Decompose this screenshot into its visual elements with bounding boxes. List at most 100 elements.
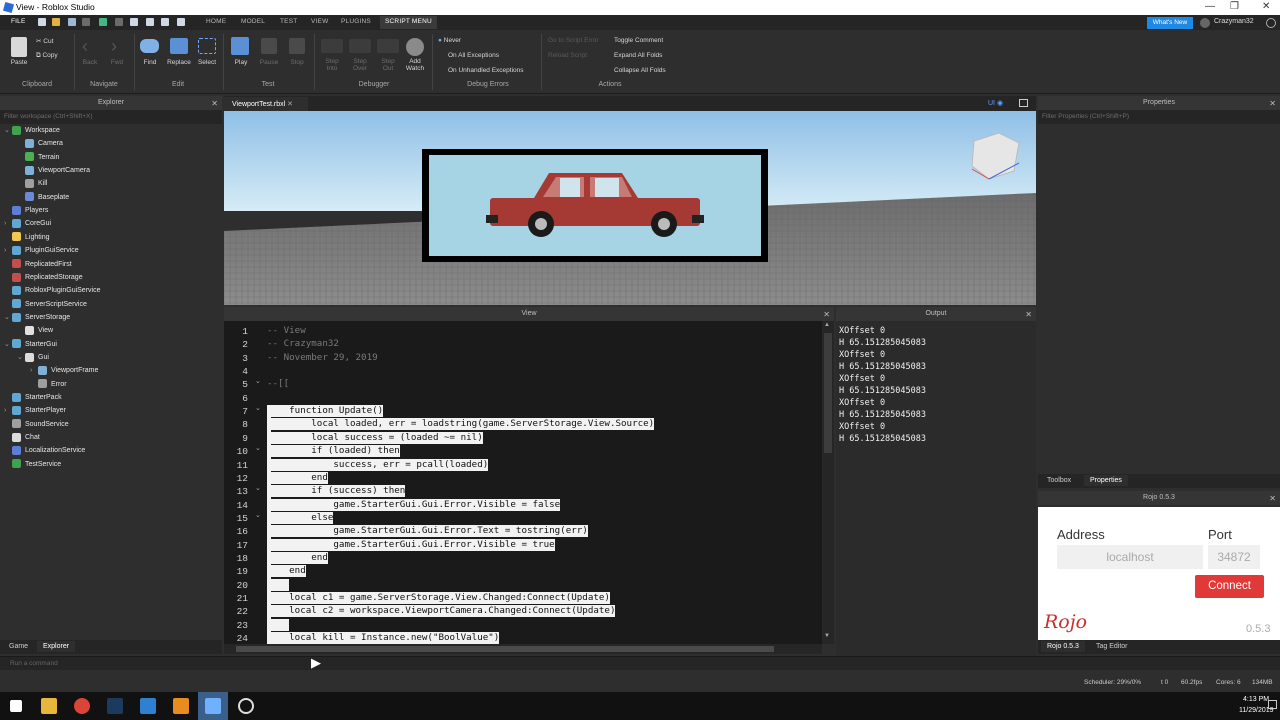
- code-line[interactable]: local c1 = game.ServerStorage.View.Chang…: [267, 592, 610, 604]
- code-line[interactable]: else: [267, 511, 334, 524]
- explorer-item[interactable]: Players: [4, 204, 48, 217]
- scroll-down-icon[interactable]: ▼: [824, 633, 830, 639]
- explorer-item[interactable]: › ViewportFrame: [30, 364, 98, 377]
- explorer-item[interactable]: › PluginGuiService: [4, 244, 79, 257]
- code-line[interactable]: end: [267, 565, 306, 578]
- notification-icon[interactable]: [1268, 700, 1277, 709]
- publish-icon[interactable]: [146, 18, 154, 26]
- code-line[interactable]: function Update(): [267, 405, 384, 418]
- expand-arrow-icon[interactable]: ⌄: [4, 124, 12, 137]
- tab-test[interactable]: TEST: [280, 18, 297, 25]
- stop-icon[interactable]: [115, 18, 123, 26]
- copy-button[interactable]: ⧉ Copy: [36, 52, 70, 60]
- code-line[interactable]: end: [267, 551, 328, 564]
- tab-rojo[interactable]: Rojo 0.5.3: [1041, 641, 1085, 652]
- tab-plugins[interactable]: PLUGINS: [341, 18, 371, 25]
- file-explorer-icon[interactable]: [41, 698, 57, 714]
- fold-toggle-icon[interactable]: ⌄: [255, 484, 261, 492]
- explorer-item[interactable]: › StarterPlayer: [4, 404, 66, 417]
- explorer-close-icon[interactable]: ✕: [211, 97, 218, 111]
- on-all-exceptions-option[interactable]: On All Exceptions: [448, 52, 499, 59]
- play-button[interactable]: Play: [230, 59, 252, 66]
- step-over-button[interactable]: Step Over: [349, 58, 371, 72]
- explorer-item[interactable]: LocalizationService: [4, 444, 85, 457]
- step-into-button[interactable]: Step Into: [321, 58, 343, 72]
- obs-icon[interactable]: [238, 698, 254, 714]
- reload-script-button[interactable]: Reload Script: [548, 52, 587, 59]
- explorer-item[interactable]: Terrain: [17, 151, 59, 164]
- script-close-icon[interactable]: ✕: [823, 308, 830, 322]
- explorer-item[interactable]: ⌄ Gui: [17, 351, 49, 364]
- editor-vertical-scrollbar[interactable]: ▲ ▼: [822, 321, 834, 644]
- script-icon[interactable]: [161, 18, 169, 26]
- chrome-icon[interactable]: [74, 698, 90, 714]
- explorer-item[interactable]: ViewportCamera: [17, 164, 90, 177]
- undo-icon[interactable]: [68, 18, 76, 26]
- code-line[interactable]: local success = (loaded ~= nil): [267, 431, 483, 444]
- paste-button[interactable]: Paste: [8, 59, 30, 66]
- windows-start-icon[interactable]: [10, 700, 22, 712]
- explorer-filter-input[interactable]: Filter workspace (Ctrl+Shift+X): [0, 110, 222, 124]
- collapse-all-folds-button[interactable]: Collapse All Folds: [614, 67, 666, 74]
- sublime-icon[interactable]: [173, 698, 189, 714]
- add-watch-button[interactable]: Add Watch: [403, 58, 427, 72]
- explorer-item[interactable]: ⌄ Workspace: [4, 124, 60, 137]
- new-file-icon[interactable]: [38, 18, 46, 26]
- tab-model[interactable]: MODEL: [241, 18, 265, 25]
- connect-button[interactable]: Connect: [1195, 575, 1264, 598]
- code-line[interactable]: local c2 = workspace.ViewportCamera.Chan…: [267, 605, 616, 618]
- port-input[interactable]: 34872: [1208, 545, 1260, 569]
- expand-arrow-icon[interactable]: ›: [4, 217, 12, 230]
- output-close-icon[interactable]: ✕: [1025, 308, 1032, 322]
- code-line[interactable]: game.StarterGui.Gui.Error.Text = tostrin…: [267, 525, 588, 538]
- explorer-item[interactable]: Chat: [4, 431, 40, 444]
- address-input[interactable]: localhost: [1057, 545, 1203, 569]
- maximize-icon[interactable]: ❐: [1230, 1, 1239, 12]
- command-input[interactable]: Run a command: [10, 660, 1270, 667]
- expand-arrow-icon[interactable]: ›: [4, 404, 12, 417]
- ui-toggle[interactable]: UI ◉: [988, 99, 1003, 107]
- file-menu[interactable]: FILE: [11, 18, 26, 25]
- play-icon[interactable]: [99, 18, 107, 26]
- expand-arrow-icon[interactable]: ⌄: [17, 351, 25, 364]
- properties-close-icon[interactable]: ✕: [1269, 97, 1276, 111]
- vscode-icon[interactable]: [140, 698, 156, 714]
- code-line[interactable]: local loaded, err = loadstring(game.Serv…: [267, 418, 655, 431]
- close-icon[interactable]: ✕: [1262, 1, 1270, 12]
- explorer-item[interactable]: ServerScriptService: [4, 298, 87, 311]
- code-line[interactable]: -- Crazyman32: [267, 338, 339, 350]
- explorer-item[interactable]: Baseplate: [17, 191, 69, 204]
- code-line[interactable]: --[[: [267, 378, 289, 390]
- expand-view-icon[interactable]: [1019, 99, 1028, 107]
- 3d-viewport[interactable]: [224, 111, 1036, 305]
- tab-game[interactable]: Game: [9, 643, 28, 650]
- expand-all-folds-button[interactable]: Expand All Folds: [614, 52, 662, 59]
- script-editor[interactable]: 1 2 3 4 5 ⌄ 6 7 ⌄ 8 9 10 ⌄ 11 12 13 ⌄ 14 15 ⌄ 16 17 18 19 20 21 22…: [224, 321, 834, 644]
- explorer-item[interactable]: TestService: [4, 458, 61, 471]
- explorer-item[interactable]: SoundService: [4, 418, 69, 431]
- back-button[interactable]: Back: [80, 59, 100, 66]
- whats-new-button[interactable]: What's New: [1147, 17, 1193, 29]
- code-line[interactable]: local kill = Instance.new("BoolValue"): [267, 632, 500, 644]
- user-name[interactable]: Crazyman32: [1214, 18, 1254, 25]
- on-unhandled-exceptions-option[interactable]: On Unhandled Exceptions: [448, 67, 524, 74]
- code-line[interactable]: success, err = pcall(loaded): [267, 458, 489, 471]
- tab-explorer[interactable]: Explorer: [37, 641, 76, 652]
- explorer-item[interactable]: ReplicatedStorage: [4, 271, 83, 284]
- hscroll-thumb[interactable]: [236, 646, 774, 652]
- code-line[interactable]: if (success) then: [267, 485, 406, 498]
- tab-home[interactable]: HOME: [206, 18, 226, 25]
- code-line[interactable]: game.StarterGui.Gui.Error.Visible = fals…: [267, 498, 561, 511]
- explorer-item[interactable]: › CoreGui: [4, 217, 51, 230]
- cut-button[interactable]: ✂ Cut: [36, 37, 66, 45]
- explorer-item[interactable]: ⌄ ServerStorage: [4, 311, 70, 324]
- explorer-item[interactable]: Lighting: [4, 231, 50, 244]
- explorer-item[interactable]: RobloxPluginGuiService: [4, 284, 100, 297]
- fold-toggle-icon[interactable]: ⌄: [255, 444, 261, 452]
- explorer-item[interactable]: ⌄ StarterGui: [4, 338, 57, 351]
- open-folder-icon[interactable]: [52, 18, 60, 26]
- select-button[interactable]: Select: [195, 59, 219, 66]
- code-line[interactable]: end: [267, 471, 328, 484]
- stop-button[interactable]: Stop: [286, 59, 308, 66]
- step-out-button[interactable]: Step Out: [377, 58, 399, 72]
